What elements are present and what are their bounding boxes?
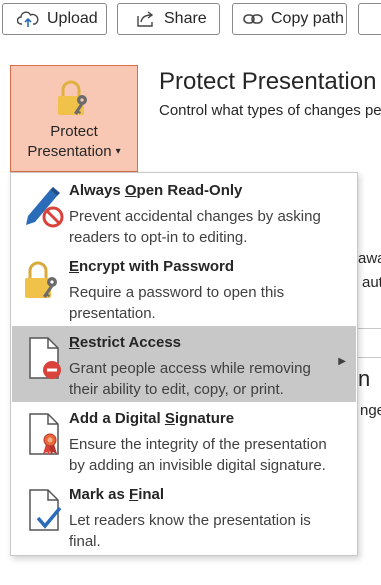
protect-button-label-line1: Protect: [50, 123, 98, 140]
title-text: ncrypt with Password: [79, 258, 235, 275]
title-text: estrict Access: [79, 334, 182, 351]
title-text: Always: [69, 182, 125, 199]
copy-path-button[interactable]: Copy path: [232, 3, 347, 35]
background-field: [356, 328, 381, 358]
chevron-right-icon: ▶: [338, 356, 346, 367]
title-accelerator: E: [69, 258, 80, 275]
menu-item-always-open-read-only[interactable]: Always Open Read-Only Prevent accidental…: [12, 174, 356, 250]
title-accelerator: O: [124, 182, 137, 199]
menu-item-title: Add a Digital Signature: [69, 410, 234, 427]
overflow-button[interactable]: [358, 3, 381, 35]
menu-item-description: Require a password to open this presenta…: [69, 284, 285, 322]
menu-item-title: Mark as Final: [69, 486, 164, 503]
top-toolbar: Upload Share Copy path: [0, 0, 381, 44]
menu-item-title: Restrict Access: [69, 334, 181, 351]
title-text: Mark as: [69, 486, 130, 503]
menu-item-title: Encrypt with Password: [69, 258, 234, 275]
background-text-fragment: nge: [360, 402, 381, 419]
title-text: ignature: [174, 410, 235, 427]
menu-item-restrict-access[interactable]: Restrict Access Grant people access whil…: [12, 326, 356, 402]
menu-item-title: Always Open Read-Only: [69, 182, 242, 199]
protect-button-label-line2: Presentation ▾: [11, 142, 137, 162]
title-text: pen Read-Only: [136, 182, 243, 199]
upload-label: Upload: [47, 10, 98, 27]
copy-path-label: Copy path: [271, 10, 344, 27]
upload-button[interactable]: Upload: [2, 3, 107, 35]
title-accelerator: F: [129, 486, 139, 503]
title-accelerator: S: [164, 410, 175, 427]
link-icon: [243, 14, 263, 24]
lock-key-icon: [25, 261, 57, 298]
protect-presentation-button[interactable]: Protect Presentation ▾: [10, 65, 138, 172]
background-text-fragment: aut: [362, 274, 381, 291]
menu-item-description: Ensure the integrity of the presentation…: [69, 436, 327, 474]
protect-button-label-text: Presentation: [27, 143, 112, 160]
lock-key-icon: [58, 80, 87, 115]
share-label: Share: [164, 10, 207, 27]
background-text-fragment: awa: [358, 250, 381, 267]
cloud-upload-icon: [17, 11, 39, 27]
menu-item-mark-as-final[interactable]: Mark as Final Let readers know the prese…: [12, 478, 356, 554]
menu-item-description: Let readers know the presentation is fin…: [69, 512, 311, 550]
document-restricted-icon: [29, 337, 61, 379]
menu-item-description: Prevent accidental changes by asking rea…: [69, 208, 321, 246]
menu-item-encrypt-with-password[interactable]: Encrypt with Password Require a password…: [12, 250, 356, 326]
menu-item-add-digital-signature[interactable]: Add a Digital Signature Ensure the integ…: [12, 402, 356, 478]
protect-presentation-menu: Always Open Read-Only Prevent accidental…: [10, 172, 358, 556]
background-heading-fragment: n: [358, 366, 371, 391]
title-text: inal: [138, 486, 165, 503]
share-button[interactable]: Share: [117, 3, 220, 35]
pencil-prohibited-icon: [26, 187, 64, 228]
protect-presentation-description: Control what types of changes pe: [159, 102, 381, 119]
share-icon: [137, 11, 154, 27]
title-text: Add a Digital: [69, 410, 165, 427]
document-check-icon: [29, 489, 62, 531]
title-accelerator: R: [69, 334, 80, 351]
document-ribbon-icon: [29, 413, 59, 455]
menu-item-description: Grant people access while removing their…: [69, 360, 311, 398]
chevron-down-icon: ▾: [115, 146, 121, 157]
protect-presentation-heading: Protect Presentation: [159, 68, 377, 95]
